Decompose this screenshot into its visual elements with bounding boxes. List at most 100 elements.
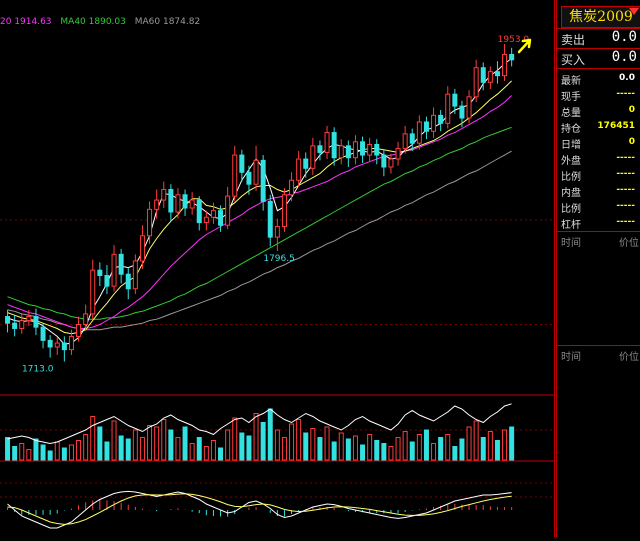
candle-body [47, 339, 53, 348]
volume-bar [196, 437, 202, 461]
candle-body [310, 145, 316, 169]
candle-body [260, 159, 266, 202]
volume-bar [310, 428, 316, 461]
candle-body [147, 208, 153, 237]
volume-bar [281, 437, 287, 461]
candle-body [189, 199, 195, 209]
candle-body [466, 96, 472, 119]
volume-bar [33, 438, 39, 461]
candle-body [331, 132, 337, 159]
stat-label: 比例 [561, 172, 581, 183]
price-annotation-label: 1796.5 [263, 254, 295, 264]
candle-body [367, 143, 373, 156]
sell-label: 卖出 [561, 33, 586, 47]
candle-body [182, 194, 188, 209]
candle-body [416, 121, 422, 144]
candle-body [239, 154, 245, 173]
volume-bar [338, 432, 344, 461]
volume-bar [445, 434, 451, 461]
candle-body [452, 93, 458, 107]
stat-value: 176451 [597, 121, 635, 131]
volume-bar [118, 435, 124, 461]
volume-bar [509, 426, 515, 461]
candle-body [509, 53, 515, 61]
stat-value: 0 [628, 137, 635, 147]
candle-body [487, 71, 493, 83]
stat-label: 持仓 [561, 124, 581, 135]
volume-bar [83, 434, 89, 461]
divider [557, 345, 640, 346]
dropdown-triangle-icon[interactable] [629, 8, 639, 15]
volume-bar [189, 443, 195, 461]
stat-value: 0 [628, 105, 635, 115]
candle-body [61, 342, 67, 351]
volume-bar [68, 444, 74, 461]
candle-body [83, 313, 89, 325]
candle-body [26, 316, 32, 322]
candle-body [402, 133, 408, 149]
candle-body [5, 316, 11, 324]
volume-bar [239, 432, 245, 461]
stat-label: 内盘 [561, 188, 581, 199]
legend-ma40-label: MA40 1890.03 [60, 17, 126, 27]
candle-body [196, 199, 202, 224]
candle-body [317, 145, 323, 153]
candle-body [40, 326, 46, 341]
candle-body [54, 342, 60, 348]
candle-body [494, 71, 500, 77]
legend-ma60-label: MA60 1874.82 [134, 17, 201, 27]
volume-bar [345, 438, 351, 461]
volume-bar [154, 426, 160, 461]
volume-bar [90, 416, 96, 461]
candle-body [218, 210, 224, 226]
buy-row[interactable]: 买入 0.0 [557, 49, 640, 69]
stat-label: 最新 [561, 76, 581, 87]
candle-body [459, 105, 465, 119]
volume-bar [168, 429, 174, 461]
stat-value: ----- [616, 185, 635, 195]
volume-bar [218, 447, 224, 461]
volume-bar [19, 443, 25, 461]
kline-chart-svg[interactable]: 1953.01796.51713.0 [0, 0, 555, 537]
candle-body [232, 154, 238, 197]
stat-label: 现手 [561, 92, 581, 103]
kline-chart-area[interactable]: 1953.0 1796.5 1713.0 20 1914.63 MA40 1890.… [0, 0, 555, 537]
col-price: 价位 [619, 352, 639, 363]
candle-body [502, 53, 508, 77]
volume-bar [76, 440, 82, 461]
candle-body [438, 114, 444, 124]
volume-bar [324, 426, 330, 461]
candle-body [274, 226, 280, 238]
volume-bar [47, 450, 53, 461]
volume-bar [438, 437, 444, 461]
volume-bar [381, 443, 387, 461]
volume-bar [331, 441, 337, 461]
col-time: 时间 [561, 238, 581, 249]
volume-bar [296, 419, 302, 461]
volume-bar [210, 440, 216, 461]
stat-value: ----- [616, 169, 635, 179]
volume-bar [232, 417, 238, 461]
ma5-line [7, 58, 512, 345]
volume-bar [480, 437, 486, 461]
volume-bar [125, 438, 131, 461]
candle-body [338, 145, 344, 159]
divider [557, 68, 640, 69]
volume-bar [147, 425, 153, 461]
ma-legend: 20 1914.63 MA40 1890.03 MA60 1874.82 [0, 17, 206, 27]
volume-bar [452, 446, 458, 461]
volume-bar [303, 432, 309, 461]
volume-bar [395, 437, 401, 461]
candle-body [118, 253, 124, 275]
volume-bar [423, 429, 429, 461]
sell-row[interactable]: 卖出 0.0 [557, 29, 640, 49]
candle-body [154, 199, 160, 210]
candle-body [68, 335, 74, 351]
volume-bar [111, 420, 117, 461]
volume-bar [5, 437, 11, 461]
stat-value: ----- [616, 89, 635, 99]
volume-bar [246, 435, 252, 461]
candle-body [76, 323, 82, 337]
volume-bar [12, 446, 18, 461]
candle-body [246, 171, 252, 185]
